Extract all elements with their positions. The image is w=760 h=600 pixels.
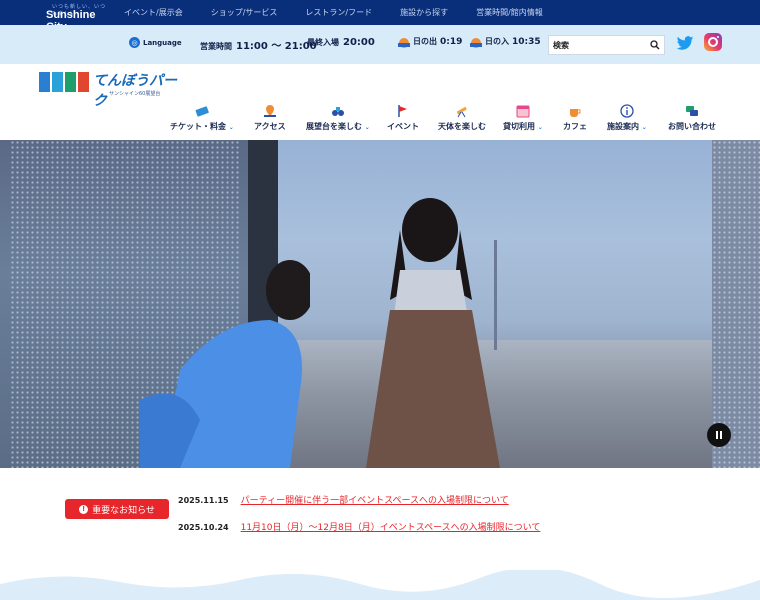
calendar-icon — [516, 105, 530, 118]
exclamation-icon: ! — [79, 504, 89, 514]
sunset-icon — [470, 37, 482, 48]
pause-button[interactable] — [707, 423, 731, 447]
window-glass-right — [712, 140, 760, 468]
telescope-icon — [456, 106, 467, 118]
ticket-icon — [195, 106, 209, 117]
map-pin-icon — [263, 105, 276, 117]
nav-tickets[interactable]: チケット・料金 ⌄ — [170, 104, 234, 140]
search-icon[interactable] — [650, 40, 660, 50]
woman-figure — [140, 260, 310, 468]
hours-label: 営業時間 — [200, 42, 232, 51]
sunshine-city-logo[interactable]: いつも新しい、いつも楽しい Sunshine City — [0, 0, 110, 33]
nav-events[interactable]: イベント — [387, 104, 419, 140]
top-nav-restaurants[interactable]: レストラン/フード — [305, 7, 372, 18]
nav-access[interactable]: アクセス — [254, 104, 286, 140]
language-label: Language — [143, 38, 182, 47]
chat-icon — [686, 106, 698, 116]
nav-label: お問い合わせ — [668, 122, 716, 131]
logo-subtitle: サンシャイン60展望台 — [109, 91, 161, 97]
news-date: 2025.11.15 — [178, 496, 229, 505]
notice-label: 重要なお知らせ — [92, 505, 155, 516]
flag-icon — [398, 105, 407, 117]
news-date: 2025.10.24 — [178, 523, 229, 532]
nav-private-rental[interactable]: 貸切利用 ⌄ — [503, 104, 543, 140]
nav-observatory[interactable]: 展望台を楽しむ ⌄ — [306, 104, 370, 140]
sunrise-icon — [398, 37, 410, 48]
bottom-wave-decoration — [0, 570, 760, 600]
nav-label: チケット・料金 ⌄ — [170, 122, 234, 131]
hours-value: 11:00 ～ 21:00 — [236, 41, 317, 52]
nav-contact[interactable]: お問い合わせ — [668, 104, 716, 140]
sunrise-label: 日の出 — [413, 37, 437, 46]
top-nav-facilities[interactable]: 施設から探す — [400, 7, 448, 18]
nav-label: カフェ — [563, 122, 587, 131]
twitter-icon[interactable] — [676, 34, 694, 52]
nav-facility-guide[interactable]: 施設案内 ⌄ — [607, 104, 647, 140]
nav-label: イベント — [387, 122, 419, 131]
hero-image — [0, 140, 760, 468]
search-placeholder: 検索 — [553, 40, 569, 50]
top-nav-hours-info[interactable]: 営業時間/館内情報 — [476, 7, 543, 18]
top-navigation-bar: いつも新しい、いつも楽しい Sunshine City イベント/展示会 ショッ… — [0, 0, 760, 33]
last-entry-value: 20:00 — [343, 37, 375, 48]
nav-cafe[interactable]: カフェ — [563, 104, 587, 140]
tenbou-park-logo[interactable]: てんぼうパーク サンシャイン60展望台 — [39, 70, 179, 109]
nav-label: 展望台を楽しむ ⌄ — [306, 122, 370, 131]
search-input[interactable]: 検索 — [548, 35, 665, 55]
sunset-value: 10:35 — [512, 36, 541, 47]
top-nav-links: イベント/展示会 ショップ/サービス レストラン/フード 施設から探す 営業時間… — [110, 7, 571, 18]
logo-mark — [39, 72, 89, 92]
top-nav-events[interactable]: イベント/展示会 — [124, 7, 183, 18]
sunset: 日の入 10:35 — [470, 36, 541, 48]
news-item: 2025.11.15 パーティー開催に伴う一部イベントスペースへの入場制限につい… — [178, 493, 509, 506]
pause-icon — [716, 431, 718, 439]
news-link[interactable]: 11月10日（月）～12月8日（月）イベントスペースへの入場制限について — [241, 520, 541, 533]
nav-label: 天体を楽しむ — [438, 122, 486, 131]
sunset-label: 日の入 — [485, 37, 509, 46]
news-link[interactable]: パーティー開催に伴う一部イベントスペースへの入場制限について — [241, 493, 509, 506]
sunrise: 日の出 0:19 — [398, 36, 463, 48]
news-item: 2025.10.24 11月10日（月）～12月8日（月）イベントスペースへの入… — [178, 520, 540, 533]
language-button[interactable]: ◎ Language — [129, 37, 182, 48]
girl-figure — [366, 198, 500, 468]
nav-label: 施設案内 ⌄ — [607, 122, 647, 131]
nav-label: 貸切利用 ⌄ — [503, 122, 543, 131]
business-hours: 営業時間 11:00 ～ 21:00 — [200, 37, 317, 52]
info-bar: ◎ Language 営業時間 11:00 ～ 21:00 最終入場 20:00… — [0, 25, 760, 64]
instagram-icon[interactable] — [704, 33, 722, 51]
last-entry: 最終入場 20:00 — [307, 37, 375, 48]
globe-icon: ◎ — [129, 37, 140, 48]
important-notice-badge: ! 重要なお知らせ — [65, 499, 169, 519]
nav-label: アクセス — [254, 122, 286, 131]
top-nav-shops[interactable]: ショップ/サービス — [211, 7, 278, 18]
last-entry-label: 最終入場 — [307, 38, 339, 47]
cup-icon — [570, 109, 581, 117]
nav-astronomy[interactable]: 天体を楽しむ — [438, 104, 486, 140]
sunrise-value: 0:19 — [440, 36, 463, 47]
info-icon — [620, 104, 634, 118]
binoculars-icon — [331, 107, 344, 116]
